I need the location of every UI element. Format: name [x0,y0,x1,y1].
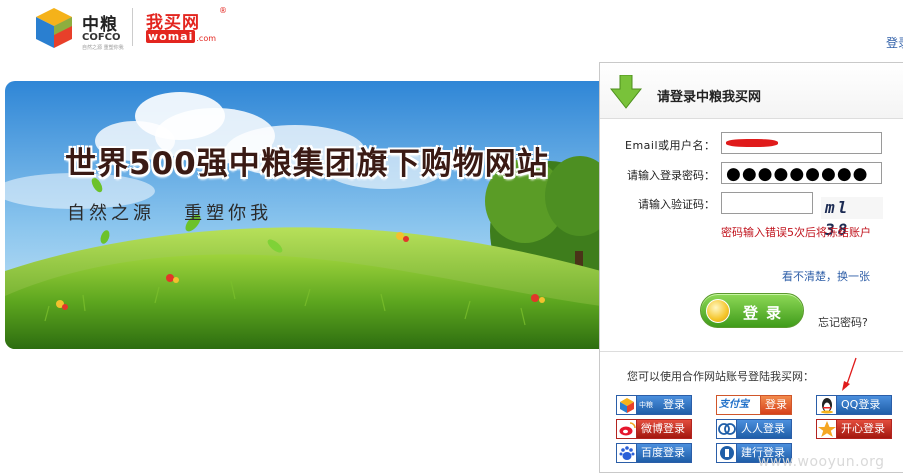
redacted-username [726,139,778,147]
cofco-brand-text: 中粮 [639,401,653,409]
login-button-label: 登录 [743,304,790,322]
womai-wordmark: womai .com [146,28,216,44]
captcha-input[interactable] [721,192,813,214]
partner-login-intro: 您可以使用合作网站账号登陆我买网： [627,370,814,383]
username-input[interactable] [721,132,882,154]
cofco-en-name: COFCO [82,32,121,43]
baidu-paw-icon [617,444,637,462]
top-login-link[interactable]: 登录 [886,34,903,51]
womai-domain: .com [196,33,217,43]
login-title: 请登录中粮我买网 [657,90,762,105]
alipay-icon: 支付宝 [717,396,761,414]
renren-login-button[interactable]: 人人登录 [716,419,792,439]
lock-icon [706,299,730,323]
ccb-icon [717,444,737,462]
cofco-tagline: 自然之源 重塑你我 [82,45,124,51]
password-input[interactable]: ●●●●●●●●● [721,162,882,184]
watermark: www.wooyun.org [758,454,885,470]
forgot-password-link[interactable]: 忘记密码? [818,314,868,330]
login-panel-header: 请登录中粮我买网 [600,63,903,119]
alipay-login-label: 登录 [765,398,787,411]
kaixin-login-label: 开心登录 [841,422,885,435]
cofco-login-label: 登录 [663,398,685,411]
renren-login-label: 人人登录 [741,422,785,435]
password-label: 请输入登录密码： [627,169,715,182]
promo-banner[interactable]: 世界500强中粮集团旗下购物网站 自然之源 重塑你我 [5,81,601,349]
qq-penguin-icon [817,396,837,414]
womai-logo[interactable]: 我买网 ® womai .com [146,6,238,48]
banner-slogan: 自然之源 重塑你我 [67,203,273,224]
weibo-icon [617,420,637,438]
alipay-brand-text: 支付宝 [719,399,749,410]
baidu-login-label: 百度登录 [641,446,685,459]
refresh-captcha-link[interactable]: 看不清楚，换一张 [782,268,870,284]
cofco-icon [617,396,637,414]
qq-login-label: QQ登录 [841,398,881,411]
renren-icon [717,420,737,438]
login-button[interactable]: 登录 [700,293,804,328]
cofco-logo[interactable]: 中粮 COFCO 自然之源 重塑你我 [32,6,124,51]
panel-divider [600,351,903,352]
password-mask: ●●●●●●●●● [726,164,869,184]
login-page: 中粮 COFCO 自然之源 重塑你我 我买网 ® womai .com 登录 [0,0,903,473]
cofco-login-button[interactable]: 登录 中粮 [616,395,692,415]
captcha-image[interactable]: ml 38 [821,197,883,239]
captcha-label: 请输入验证码： [638,198,715,211]
registered-mark: ® [219,6,227,15]
womai-letters: womai [146,29,196,43]
down-arrow-icon [610,75,642,109]
username-label: Email或用户名： [625,139,716,152]
captcha-warning: 密码输入错误5次后将冻结账户 [721,226,871,239]
weibo-login-label: 微博登录 [641,422,685,435]
logo-divider [132,8,133,46]
kaixin-login-button[interactable]: 开心登录 [816,419,892,439]
login-panel: 请登录中粮我买网 Email或用户名： 请输入登录密码： ●●●●●●●●● 请… [599,62,903,473]
qq-login-button[interactable]: QQ登录 [816,395,892,415]
alipay-login-button[interactable]: 支付宝 登录 [716,395,792,415]
annotation-arrow-icon [842,357,857,391]
banner-headline: 世界500强中粮集团旗下购物网站 [65,146,549,182]
baidu-login-button[interactable]: 百度登录 [616,443,692,463]
kaixin-icon [817,420,837,438]
cofco-cube-icon [36,8,72,48]
weibo-login-button[interactable]: 微博登录 [616,419,692,439]
